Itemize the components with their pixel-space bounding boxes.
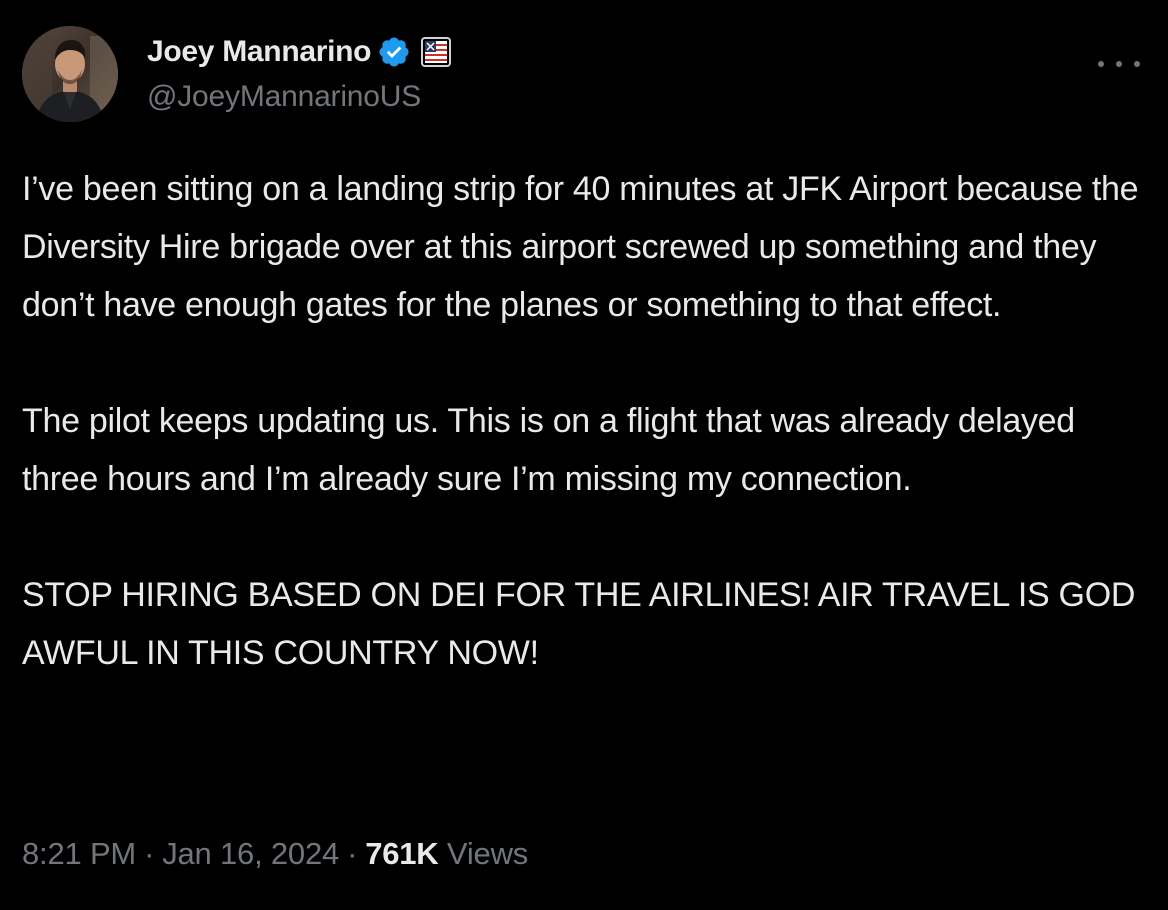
avatar[interactable] [22,26,118,122]
tweet-card: Joey Mannarino @JoeyMannarinoUS I’ve bee… [0,0,1168,910]
verified-check-icon[interactable] [377,35,411,69]
meta-separator: · [144,836,155,871]
views-label: Views [446,836,529,871]
author-handle[interactable]: @JoeyMannarinoUS [147,80,421,114]
views-count: 761K [365,836,439,871]
meta-separator: · [347,836,358,871]
tweet-text: I’ve been sitting on a landing strip for… [22,160,1152,682]
avatar-image [22,26,118,122]
more-dot [1116,61,1122,67]
tweet-date[interactable]: Jan 16, 2024 [162,836,339,871]
more-dots-icon[interactable] [1098,52,1140,76]
tweet-time[interactable]: 8:21 PM [22,836,136,871]
tweet-paragraph: STOP HIRING BASED ON DEI FOR THE AIRLINE… [22,576,1136,672]
author-name-row: Joey Mannarino [147,30,452,74]
tweet-paragraph: I’ve been sitting on a landing strip for… [22,170,1139,324]
affiliate-flag-badge-icon[interactable] [421,37,452,67]
tweet-paragraph: The pilot keeps updating us. This is on … [22,402,1075,498]
more-dot [1134,61,1140,67]
more-dot [1098,61,1104,67]
tweet-meta: 8:21 PM · Jan 16, 2024 · 761K Views [22,836,528,872]
author-display-name[interactable]: Joey Mannarino [147,35,371,69]
